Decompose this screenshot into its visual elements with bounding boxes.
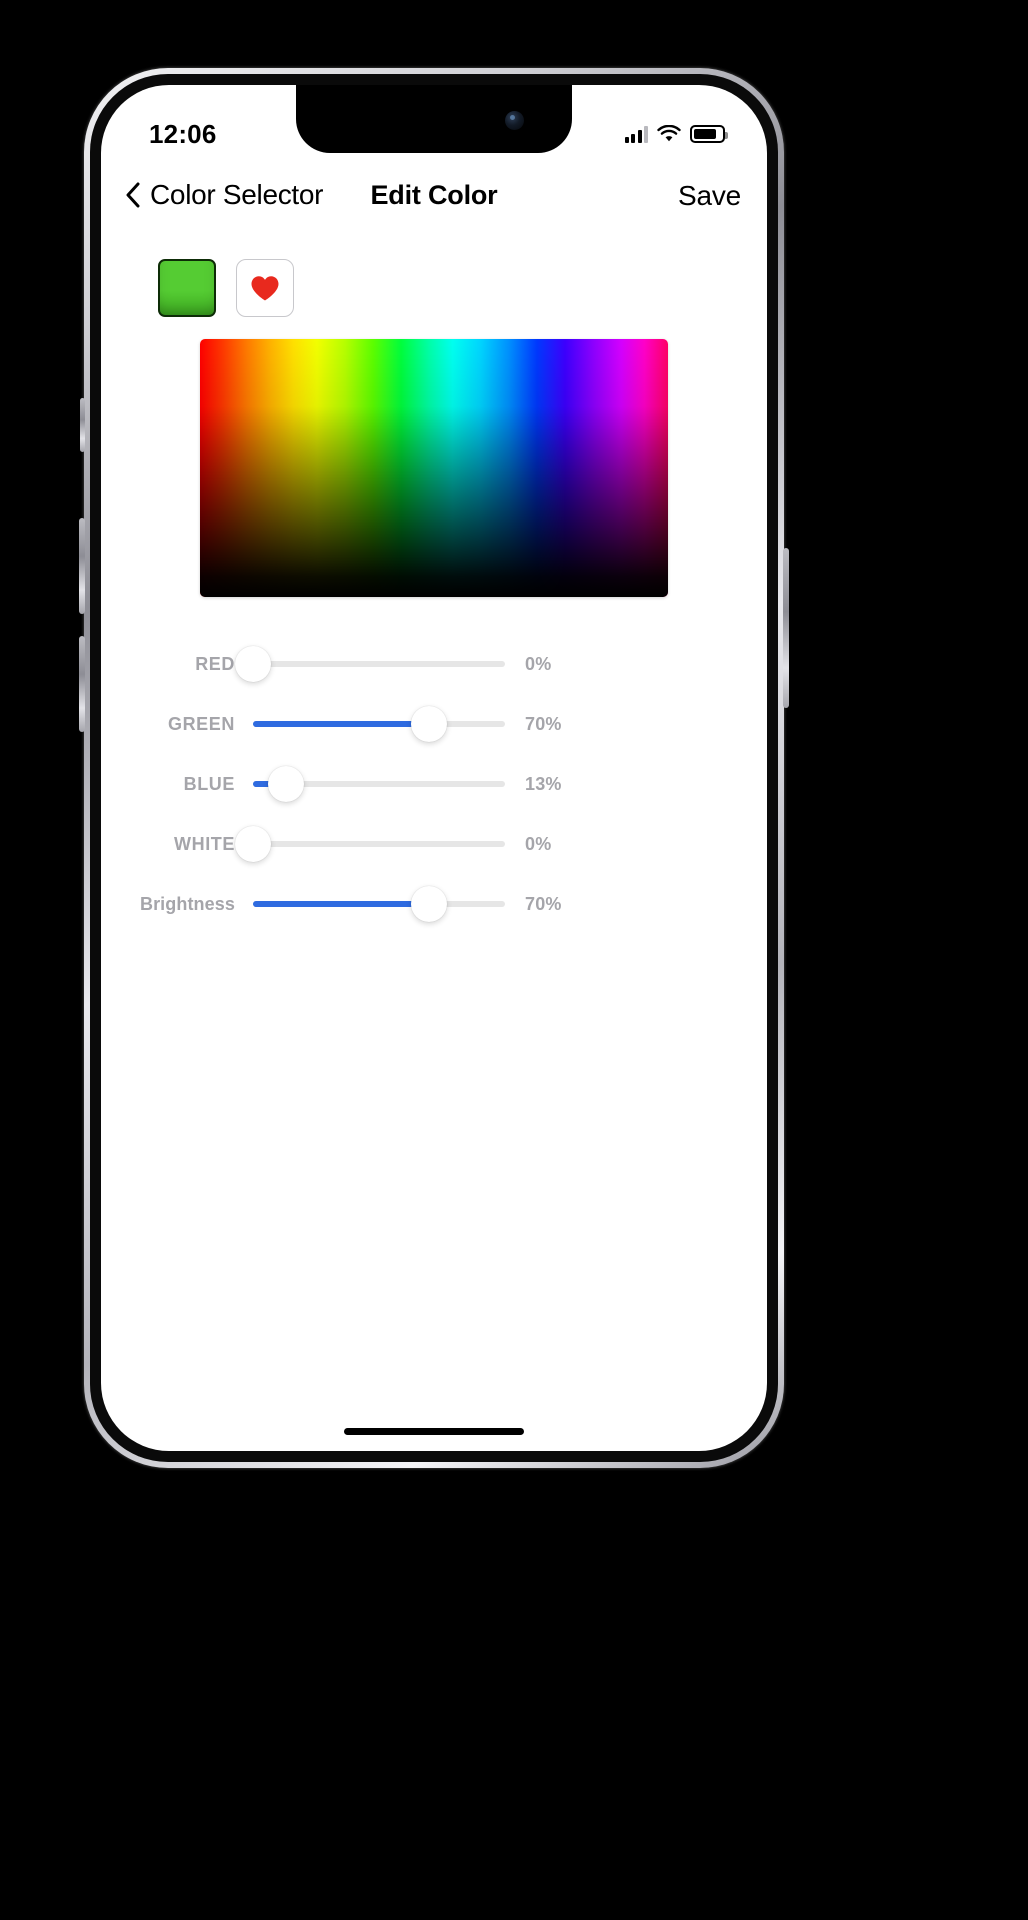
slider-label: RED: [195, 653, 235, 674]
back-button-label: Color Selector: [150, 179, 324, 210]
slider-row: BLUE 13%: [101, 757, 767, 811]
cellular-bars-icon: [624, 126, 648, 143]
slider-row: WHITE 0%: [101, 817, 767, 871]
slider-thumb[interactable]: [411, 886, 448, 922]
slider-control[interactable]: [253, 757, 505, 811]
slider-thumb[interactable]: [235, 826, 271, 862]
slider-row: Brightness 70%: [101, 877, 767, 931]
front-camera-icon: [505, 111, 524, 130]
slider-label: WHITE: [174, 833, 235, 854]
slider-value: 70%: [525, 893, 562, 914]
volume-up-button[interactable]: [79, 518, 85, 614]
silence-switch[interactable]: [80, 398, 85, 452]
slider-control[interactable]: [253, 697, 505, 751]
status-icons: [624, 121, 728, 143]
slider-value: 0%: [525, 653, 552, 674]
slider-label: BLUE: [183, 773, 235, 794]
phone-screen: 12:06 Color Selector Edit Color Save RED…: [101, 85, 767, 1451]
slider-row: RED 0%: [101, 637, 767, 691]
slider-value: 13%: [525, 773, 562, 794]
wifi-icon: [657, 124, 681, 143]
save-button[interactable]: Save: [678, 180, 741, 212]
slider-value: 70%: [525, 713, 562, 734]
device-bezel: 12:06 Color Selector Edit Color Save RED…: [90, 74, 778, 1462]
slider-row: GREEN 70%: [101, 697, 767, 751]
slider-label: Brightness: [139, 893, 235, 914]
power-button[interactable]: [783, 548, 789, 708]
slider-thumb[interactable]: [411, 706, 448, 742]
slider-fill: [253, 901, 430, 907]
swatch-row: [101, 259, 767, 317]
slider-control[interactable]: [253, 877, 505, 931]
favorite-button[interactable]: [236, 259, 294, 317]
battery-icon: [690, 125, 728, 143]
notch: [296, 85, 572, 153]
status-time: 12:06: [149, 119, 217, 149]
slider-value: 0%: [525, 833, 552, 854]
slider-track[interactable]: [253, 841, 505, 847]
back-button[interactable]: Color Selector: [125, 179, 324, 211]
slider-list: RED 0% GREEN 70% BLUE 13% WHITE 0% Brightness 70%: [101, 637, 767, 931]
slider-fill: [253, 721, 430, 727]
slider-control[interactable]: [235, 637, 505, 691]
gradient-brightness-layer: [200, 339, 668, 597]
heart-icon: [250, 275, 280, 302]
page-title: Edit Color: [370, 180, 498, 210]
battery-fill: [694, 129, 717, 139]
phone-device-frame: 12:06 Color Selector Edit Color Save RED…: [79, 68, 789, 1468]
slider-track[interactable]: [253, 661, 505, 667]
main-content: RED 0% GREEN 70% BLUE 13% WHITE 0% Brightness 70%: [101, 235, 767, 937]
color-gradient-picker[interactable]: [200, 339, 668, 597]
current-color-swatch[interactable]: [158, 259, 216, 317]
home-indicator[interactable]: [344, 1428, 524, 1435]
chevron-left-icon: [125, 182, 140, 208]
navigation-bar: Color Selector Edit Color Save: [101, 171, 767, 235]
slider-thumb[interactable]: [267, 766, 304, 802]
volume-down-button[interactable]: [79, 636, 85, 732]
slider-label: GREEN: [167, 713, 235, 734]
slider-control[interactable]: [235, 817, 505, 871]
slider-thumb[interactable]: [235, 646, 271, 682]
